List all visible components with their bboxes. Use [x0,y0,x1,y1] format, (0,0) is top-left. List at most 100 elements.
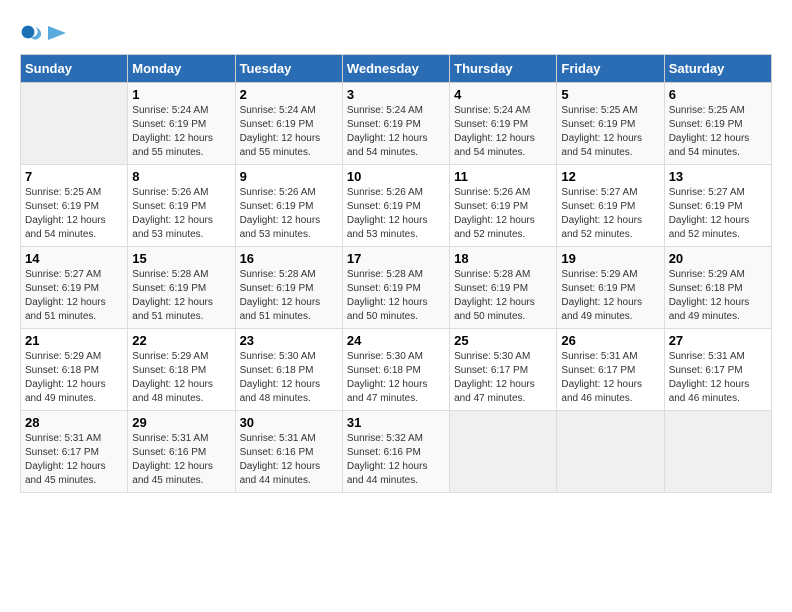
day-info: Sunrise: 5:30 AM Sunset: 6:17 PM Dayligh… [454,350,552,406]
calendar-cell: 11Sunrise: 5:26 AM Sunset: 6:19 PM Dayli… [450,165,557,247]
day-info: Sunrise: 5:31 AM Sunset: 6:17 PM Dayligh… [669,350,767,406]
calendar-cell: 13Sunrise: 5:27 AM Sunset: 6:19 PM Dayli… [664,165,771,247]
day-number: 4 [454,87,552,102]
column-header-saturday: Saturday [664,55,771,83]
calendar-cell: 9 Sunrise: 5:26 AM Sunset: 6:19 PM Daylig… [235,165,342,247]
day-number: 26 [561,333,659,348]
day-number: 8 [132,169,230,184]
day-info: Sunrise: 5:28 AM Sunset: 6:19 PM Dayligh… [240,268,338,324]
day-number: 30 [240,415,338,430]
logo-icon [20,20,44,44]
day-info: Sunrise: 5:25 AM Sunset: 6:19 PM Dayligh… [669,104,767,160]
calendar-week-row: 1 Sunrise: 5:24 AM Sunset: 6:19 PM Daylig… [21,83,772,165]
day-info: Sunrise: 5:28 AM Sunset: 6:19 PM Dayligh… [347,268,445,324]
calendar-cell [664,411,771,493]
day-number: 31 [347,415,445,430]
day-info: Sunrise: 5:29 AM Sunset: 6:18 PM Dayligh… [132,350,230,406]
column-header-sunday: Sunday [21,55,128,83]
calendar-cell [557,411,664,493]
day-number: 23 [240,333,338,348]
calendar-cell: 7Sunrise: 5:25 AM Sunset: 6:19 PM Daylig… [21,165,128,247]
day-number: 28 [25,415,123,430]
day-info: Sunrise: 5:25 AM Sunset: 6:19 PM Dayligh… [561,104,659,160]
day-number: 11 [454,169,552,184]
day-number: 7 [25,169,123,184]
day-info: Sunrise: 5:29 AM Sunset: 6:18 PM Dayligh… [669,268,767,324]
day-number: 18 [454,251,552,266]
column-header-tuesday: Tuesday [235,55,342,83]
calendar-cell: 24 Sunrise: 5:30 AM Sunset: 6:18 PM Dayli… [342,329,449,411]
day-info: Sunrise: 5:27 AM Sunset: 6:19 PM Dayligh… [561,186,659,242]
calendar-cell: 5 Sunrise: 5:25 AM Sunset: 6:19 PM Daylig… [557,83,664,165]
day-number: 19 [561,251,659,266]
column-header-monday: Monday [128,55,235,83]
day-info: Sunrise: 5:27 AM Sunset: 6:19 PM Dayligh… [25,268,123,324]
calendar-cell: 12Sunrise: 5:27 AM Sunset: 6:19 PM Dayli… [557,165,664,247]
calendar-cell: 23 Sunrise: 5:30 AM Sunset: 6:18 PM Dayli… [235,329,342,411]
day-info: Sunrise: 5:28 AM Sunset: 6:19 PM Dayligh… [454,268,552,324]
calendar-cell: 28 Sunrise: 5:31 AM Sunset: 6:17 PM Dayli… [21,411,128,493]
column-header-friday: Friday [557,55,664,83]
calendar-cell: 31 Sunrise: 5:32 AM Sunset: 6:16 PM Dayli… [342,411,449,493]
calendar-cell [450,411,557,493]
day-info: Sunrise: 5:24 AM Sunset: 6:19 PM Dayligh… [347,104,445,160]
calendar-cell: 3 Sunrise: 5:24 AM Sunset: 6:19 PM Daylig… [342,83,449,165]
calendar-cell: 4 Sunrise: 5:24 AM Sunset: 6:19 PM Daylig… [450,83,557,165]
calendar-cell: 15Sunrise: 5:28 AM Sunset: 6:19 PM Dayli… [128,247,235,329]
calendar-cell: 25 Sunrise: 5:30 AM Sunset: 6:17 PM Dayli… [450,329,557,411]
day-info: Sunrise: 5:29 AM Sunset: 6:19 PM Dayligh… [561,268,659,324]
calendar-cell: 21Sunrise: 5:29 AM Sunset: 6:18 PM Dayli… [21,329,128,411]
day-number: 2 [240,87,338,102]
day-number: 25 [454,333,552,348]
day-info: Sunrise: 5:27 AM Sunset: 6:19 PM Dayligh… [669,186,767,242]
calendar-cell: 19 Sunrise: 5:29 AM Sunset: 6:19 PM Dayli… [557,247,664,329]
day-info: Sunrise: 5:30 AM Sunset: 6:18 PM Dayligh… [347,350,445,406]
logo-arrow-icon [48,26,66,40]
column-header-wednesday: Wednesday [342,55,449,83]
day-number: 3 [347,87,445,102]
calendar-cell: 29 Sunrise: 5:31 AM Sunset: 6:16 PM Dayli… [128,411,235,493]
day-info: Sunrise: 5:26 AM Sunset: 6:19 PM Dayligh… [347,186,445,242]
calendar-week-row: 28 Sunrise: 5:31 AM Sunset: 6:17 PM Dayli… [21,411,772,493]
day-number: 16 [240,251,338,266]
calendar-week-row: 14 Sunrise: 5:27 AM Sunset: 6:19 PM Dayli… [21,247,772,329]
calendar-cell: 1 Sunrise: 5:24 AM Sunset: 6:19 PM Daylig… [128,83,235,165]
day-number: 27 [669,333,767,348]
day-info: Sunrise: 5:30 AM Sunset: 6:18 PM Dayligh… [240,350,338,406]
calendar-cell: 27 Sunrise: 5:31 AM Sunset: 6:17 PM Dayli… [664,329,771,411]
day-number: 24 [347,333,445,348]
calendar-cell: 14 Sunrise: 5:27 AM Sunset: 6:19 PM Dayli… [21,247,128,329]
day-info: Sunrise: 5:26 AM Sunset: 6:19 PM Dayligh… [240,186,338,242]
day-info: Sunrise: 5:31 AM Sunset: 6:17 PM Dayligh… [25,432,123,488]
calendar-week-row: 21Sunrise: 5:29 AM Sunset: 6:18 PM Dayli… [21,329,772,411]
day-info: Sunrise: 5:24 AM Sunset: 6:19 PM Dayligh… [240,104,338,160]
calendar-week-row: 7Sunrise: 5:25 AM Sunset: 6:19 PM Daylig… [21,165,772,247]
calendar-cell: 10 Sunrise: 5:26 AM Sunset: 6:19 PM Dayli… [342,165,449,247]
day-info: Sunrise: 5:24 AM Sunset: 6:19 PM Dayligh… [132,104,230,160]
day-info: Sunrise: 5:29 AM Sunset: 6:18 PM Dayligh… [25,350,123,406]
calendar-cell [21,83,128,165]
day-info: Sunrise: 5:32 AM Sunset: 6:16 PM Dayligh… [347,432,445,488]
calendar-table: SundayMondayTuesdayWednesdayThursdayFrid… [20,54,772,493]
calendar-cell: 22 Sunrise: 5:29 AM Sunset: 6:18 PM Dayli… [128,329,235,411]
logo [20,20,66,44]
day-number: 5 [561,87,659,102]
calendar-cell: 17 Sunrise: 5:28 AM Sunset: 6:19 PM Dayli… [342,247,449,329]
day-number: 10 [347,169,445,184]
day-info: Sunrise: 5:31 AM Sunset: 6:16 PM Dayligh… [132,432,230,488]
day-number: 9 [240,169,338,184]
day-number: 29 [132,415,230,430]
calendar-cell: 26Sunrise: 5:31 AM Sunset: 6:17 PM Dayli… [557,329,664,411]
day-number: 20 [669,251,767,266]
day-number: 22 [132,333,230,348]
day-number: 14 [25,251,123,266]
page-header [20,20,772,44]
column-header-thursday: Thursday [450,55,557,83]
calendar-cell: 30Sunrise: 5:31 AM Sunset: 6:16 PM Dayli… [235,411,342,493]
day-info: Sunrise: 5:26 AM Sunset: 6:19 PM Dayligh… [132,186,230,242]
day-number: 6 [669,87,767,102]
day-number: 1 [132,87,230,102]
day-number: 15 [132,251,230,266]
day-number: 17 [347,251,445,266]
day-info: Sunrise: 5:24 AM Sunset: 6:19 PM Dayligh… [454,104,552,160]
